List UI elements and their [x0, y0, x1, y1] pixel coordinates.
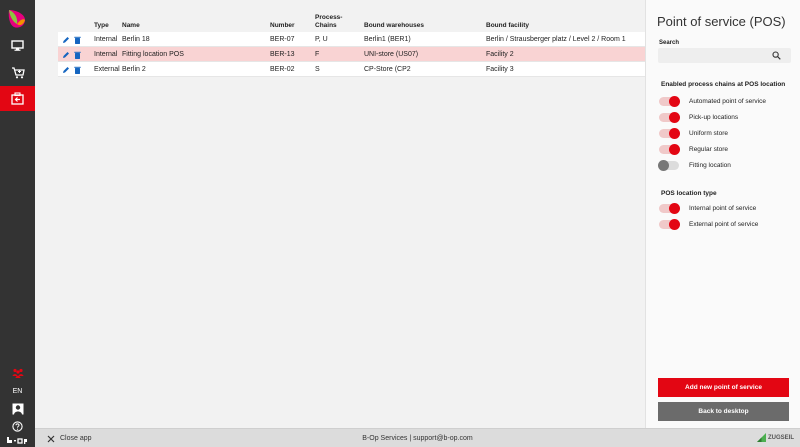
pos-table: Type Name Number Process-Chains Bound wa…: [58, 14, 664, 77]
panel-title: Point of service (POS): [657, 14, 786, 29]
table-row[interactable]: Internal Berlin 18 BER-07 P, U Berlin1 (…: [58, 32, 664, 47]
header-process-chains[interactable]: Process-Chains: [315, 14, 345, 32]
app-logo: [8, 10, 25, 28]
header-name[interactable]: Name: [122, 14, 268, 32]
cell-process-chains: P, U: [315, 36, 328, 43]
toggle-label: External point of service: [689, 220, 759, 228]
toggle-automated-pos[interactable]: Automated point of service: [659, 95, 766, 107]
sidebar: EN: [0, 0, 35, 447]
edit-icon[interactable]: [62, 36, 70, 44]
cell-bound-facility: Facility 3: [486, 66, 514, 73]
toggle-uniform-store[interactable]: Uniform store: [659, 127, 728, 139]
cell-type: External: [94, 66, 120, 73]
cell-type: Internal: [94, 51, 118, 58]
location-type-title: POS location type: [661, 190, 717, 197]
cell-number: BER-13: [270, 51, 295, 58]
toggle-label: Fitting location: [689, 161, 731, 169]
pos-icon: [11, 92, 24, 105]
cell-process-chains: F: [315, 51, 320, 58]
cell-process-chains: S: [315, 66, 320, 73]
people-icon: [12, 368, 23, 378]
sidebar-item-pos[interactable]: [0, 86, 35, 111]
toggle-label: Internal point of service: [689, 204, 757, 212]
table-row[interactable]: External Berlin 2 BER-02 S CP-Store (CP2…: [58, 62, 664, 77]
toggle-switch[interactable]: [659, 127, 680, 139]
toggle-label: Automated point of service: [689, 97, 766, 105]
toggle-switch[interactable]: [659, 111, 680, 123]
cart-icon: [11, 67, 25, 79]
sidebar-item-desktop[interactable]: [0, 33, 35, 58]
toggle-switch[interactable]: [659, 218, 680, 230]
toggle-external-pos[interactable]: External point of service: [659, 218, 758, 230]
table-row[interactable]: Internal Fitting location POS BER-13 F U…: [58, 47, 664, 62]
footer-bar: B-Op Services | support@b-op.com Close a…: [35, 428, 800, 447]
toggle-switch[interactable]: [658, 159, 679, 171]
cell-bound-facility: Berlin / Strausberger platz / Level 2 / …: [486, 36, 626, 43]
user-icon: [12, 403, 23, 415]
help-icon: [12, 420, 23, 432]
toggle-switch[interactable]: [659, 143, 680, 155]
row-actions: [62, 62, 82, 77]
edit-icon[interactable]: [62, 51, 70, 59]
toggle-label: Pick-up locations: [689, 113, 739, 121]
header-number[interactable]: Number: [270, 14, 314, 32]
toggle-switch[interactable]: [659, 95, 680, 107]
footer-contact: B-Op Services | support@b-op.com: [362, 434, 473, 442]
brand-logo: ZUGSEIL: [756, 433, 794, 442]
table-header: Type Name Number Process-Chains Bound wa…: [58, 14, 664, 32]
toggle-label: Regular store: [689, 145, 729, 153]
toggle-label: Uniform store: [689, 129, 729, 137]
cell-name: Berlin 18: [122, 36, 150, 43]
header-type[interactable]: Type: [94, 14, 122, 32]
close-app-button[interactable]: Close app: [47, 429, 92, 447]
edit-icon[interactable]: [62, 66, 70, 74]
cell-bound-warehouses: UNI-store (US07): [364, 51, 419, 58]
sidebar-item-profile[interactable]: [0, 401, 35, 417]
delete-icon[interactable]: [74, 66, 81, 74]
monitor-icon: [11, 40, 24, 51]
bop-logo: [7, 437, 27, 444]
language-selector[interactable]: EN: [0, 388, 35, 395]
row-actions: [62, 32, 82, 47]
toggle-switch[interactable]: [659, 202, 680, 214]
toggle-regular-store[interactable]: Regular store: [659, 143, 728, 155]
pos-panel: Point of service (POS) Search Enabled pr…: [645, 0, 800, 428]
sidebar-item-cart[interactable]: [0, 60, 35, 85]
toggle-internal-pos[interactable]: Internal point of service: [659, 202, 756, 214]
close-app-label: Close app: [60, 435, 92, 442]
cell-bound-facility: Facility 2: [486, 51, 514, 58]
row-actions: [62, 47, 82, 62]
toggle-fitting-location[interactable]: Fitting location: [658, 159, 731, 171]
cell-bound-warehouses: CP-Store (CP2: [364, 66, 411, 73]
cell-number: BER-07: [270, 36, 295, 43]
delete-icon[interactable]: [74, 51, 81, 59]
delete-icon[interactable]: [74, 36, 81, 44]
back-to-desktop-button[interactable]: Back to desktop: [658, 402, 789, 421]
process-chains-title: Enabled process chains at POS location: [661, 81, 786, 88]
cell-bound-warehouses: Berlin1 (BER1): [364, 36, 411, 43]
sidebar-item-help[interactable]: [0, 419, 35, 433]
close-icon: [47, 435, 55, 442]
cell-name: Berlin 2: [122, 66, 146, 73]
sidebar-item-users[interactable]: [0, 366, 35, 380]
search-label: Search: [659, 40, 680, 46]
cell-type: Internal: [94, 36, 118, 43]
cell-name: Fitting location POS: [122, 51, 184, 58]
brand-name: ZUGSEIL: [767, 434, 794, 441]
header-bound-facility[interactable]: Bound facility: [486, 14, 666, 32]
zugseil-icon: [756, 433, 766, 442]
search-icon[interactable]: [772, 51, 781, 60]
cell-number: BER-02: [270, 66, 295, 73]
header-bound-warehouses[interactable]: Bound warehouses: [364, 14, 486, 32]
main-content: Type Name Number Process-Chains Bound wa…: [35, 0, 664, 428]
toggle-pickup-locations[interactable]: Pick-up locations: [659, 111, 738, 123]
add-pos-button[interactable]: Add new point of service: [658, 378, 789, 397]
